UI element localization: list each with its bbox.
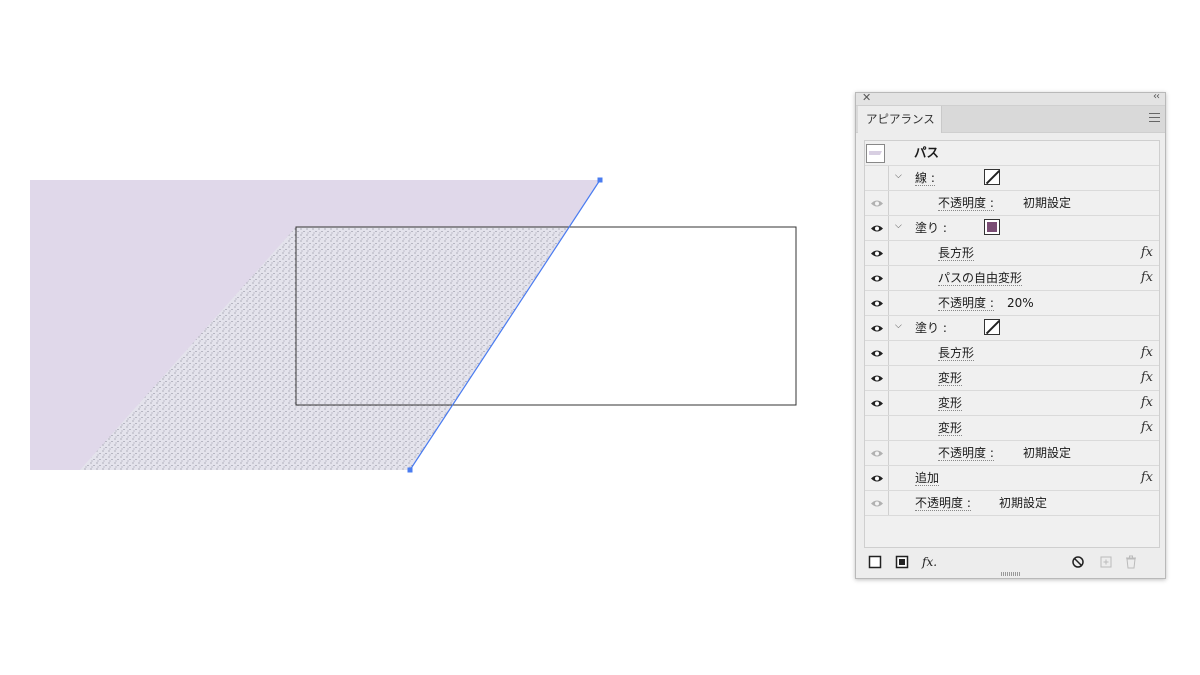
opacity-label[interactable]: 不透明度 : [938, 196, 994, 211]
delete-item-icon[interactable] [1124, 555, 1138, 569]
add-effect-row[interactable]: 追加 fx [865, 466, 1159, 491]
fx-icon[interactable]: fx [1141, 345, 1153, 360]
effect-label[interactable]: 長方形 [938, 346, 975, 361]
visibility-cell[interactable] [865, 266, 889, 290]
fx-icon[interactable]: fx [1141, 370, 1153, 385]
chevron-down-icon[interactable]: ⌵ [895, 321, 902, 331]
effect-row[interactable]: 変形 fx [865, 366, 1159, 391]
opacity-label[interactable]: 不透明度 : [915, 496, 971, 511]
appearance-panel: ✕ ‹‹ アピアランス パス ⌵ 線 : 不透明度 : 初期設定 ⌵ 塗り: … [855, 91, 1166, 579]
visibility-cell[interactable] [865, 166, 889, 190]
fx-icon[interactable]: fx [1141, 420, 1153, 435]
fx-icon[interactable]: fx [1141, 245, 1153, 260]
opacity-label[interactable]: 不透明度 : [938, 446, 994, 461]
resize-grip[interactable] [1001, 572, 1021, 576]
fx-icon[interactable]: fx [1141, 270, 1153, 285]
panel-bottom-toolbar: fx. [856, 553, 1165, 573]
eye-icon[interactable] [870, 199, 884, 208]
visibility-cell[interactable] [865, 391, 889, 415]
eye-icon[interactable] [870, 374, 884, 383]
stroke-label[interactable]: 線 : [915, 171, 935, 186]
visibility-cell[interactable] [865, 291, 889, 315]
visibility-cell[interactable] [865, 241, 889, 265]
clear-appearance-icon[interactable] [1071, 555, 1085, 569]
anchor-point-top[interactable] [597, 177, 603, 183]
fill-swatch[interactable] [984, 319, 1000, 335]
eye-icon[interactable] [870, 324, 884, 333]
effect-row[interactable]: 変形 fx [865, 391, 1159, 416]
add-fill-icon[interactable] [895, 555, 909, 569]
appearance-list: パス ⌵ 線 : 不透明度 : 初期設定 ⌵ 塗り : 長方形 fx パスの自由… [864, 140, 1160, 548]
eye-icon[interactable] [870, 399, 884, 408]
artboard-canvas[interactable] [0, 0, 850, 675]
opacity-value: 初期設定 [999, 496, 1048, 510]
close-icon[interactable]: ✕ [862, 91, 871, 104]
add-effect-label[interactable]: 追加 [915, 471, 940, 486]
visibility-cell[interactable] [865, 466, 889, 490]
fill-label[interactable]: 塗り : [915, 221, 947, 235]
effect-row[interactable]: 長方形 fx [865, 241, 1159, 266]
eye-icon[interactable] [870, 349, 884, 358]
fx-icon[interactable]: fx [1141, 470, 1153, 485]
add-stroke-icon[interactable] [868, 555, 882, 569]
anchor-point-bottom[interactable] [407, 467, 413, 473]
visibility-cell[interactable] [865, 341, 889, 365]
eye-icon[interactable] [870, 449, 884, 458]
panel-menu-icon[interactable] [1149, 113, 1160, 122]
stroke-row[interactable]: ⌵ 線 : [865, 166, 1159, 191]
object-name: パス [914, 145, 940, 160]
opacity-row[interactable]: 不透明度 : 20% [865, 291, 1159, 316]
visibility-cell[interactable] [865, 416, 889, 440]
fill-row[interactable]: ⌵ 塗り : [865, 316, 1159, 341]
effect-row[interactable]: 長方形 fx [865, 341, 1159, 366]
visibility-cell[interactable] [865, 441, 889, 465]
tab-appearance[interactable]: アピアランス [858, 106, 942, 133]
opacity-label[interactable]: 不透明度 : [938, 296, 994, 311]
visibility-cell[interactable] [865, 366, 889, 390]
eye-icon[interactable] [870, 274, 884, 283]
effect-row[interactable]: 変形 fx [865, 416, 1159, 441]
panel-tabbar: アピアランス [856, 106, 1165, 133]
visibility-cell[interactable] [865, 216, 889, 240]
object-opacity-row[interactable]: 不透明度 : 初期設定 [865, 491, 1159, 516]
chevron-down-icon[interactable]: ⌵ [895, 171, 902, 181]
object-header-row[interactable]: パス [865, 141, 1159, 166]
effect-row[interactable]: パスの自由変形 fx [865, 266, 1159, 291]
object-thumbnail [866, 144, 885, 163]
stroke-swatch[interactable] [984, 169, 1000, 185]
effect-label[interactable]: パスの自由変形 [938, 271, 1023, 286]
effect-label[interactable]: 変形 [938, 421, 963, 436]
opacity-value: 初期設定 [1023, 446, 1072, 460]
duplicate-item-icon[interactable] [1099, 555, 1113, 569]
panel-titlebar[interactable]: ✕ ‹‹ [856, 91, 1165, 106]
opacity-row[interactable]: 不透明度 : 初期設定 [865, 191, 1159, 216]
fill-label[interactable]: 塗り : [915, 321, 947, 335]
effect-label[interactable]: 変形 [938, 396, 963, 411]
eye-icon[interactable] [870, 249, 884, 258]
fx-icon[interactable]: fx [1141, 395, 1153, 410]
visibility-cell[interactable] [865, 491, 889, 515]
collapse-icon[interactable]: ‹‹ [1153, 91, 1160, 102]
chevron-down-icon[interactable]: ⌵ [895, 221, 902, 231]
opacity-value: 20% [1007, 296, 1034, 310]
eye-icon[interactable] [870, 224, 884, 233]
eye-icon[interactable] [870, 299, 884, 308]
fill-row[interactable]: ⌵ 塗り : [865, 216, 1159, 241]
opacity-row[interactable]: 不透明度 : 初期設定 [865, 441, 1159, 466]
opacity-value: 初期設定 [1023, 196, 1072, 210]
effect-label[interactable]: 変形 [938, 371, 963, 386]
effect-label[interactable]: 長方形 [938, 246, 975, 261]
eye-icon[interactable] [870, 499, 884, 508]
eye-icon[interactable] [870, 474, 884, 483]
add-effect-fx-icon[interactable]: fx. [922, 555, 944, 569]
visibility-cell[interactable] [865, 191, 889, 215]
visibility-cell[interactable] [865, 316, 889, 340]
fill-swatch[interactable] [984, 219, 1000, 235]
